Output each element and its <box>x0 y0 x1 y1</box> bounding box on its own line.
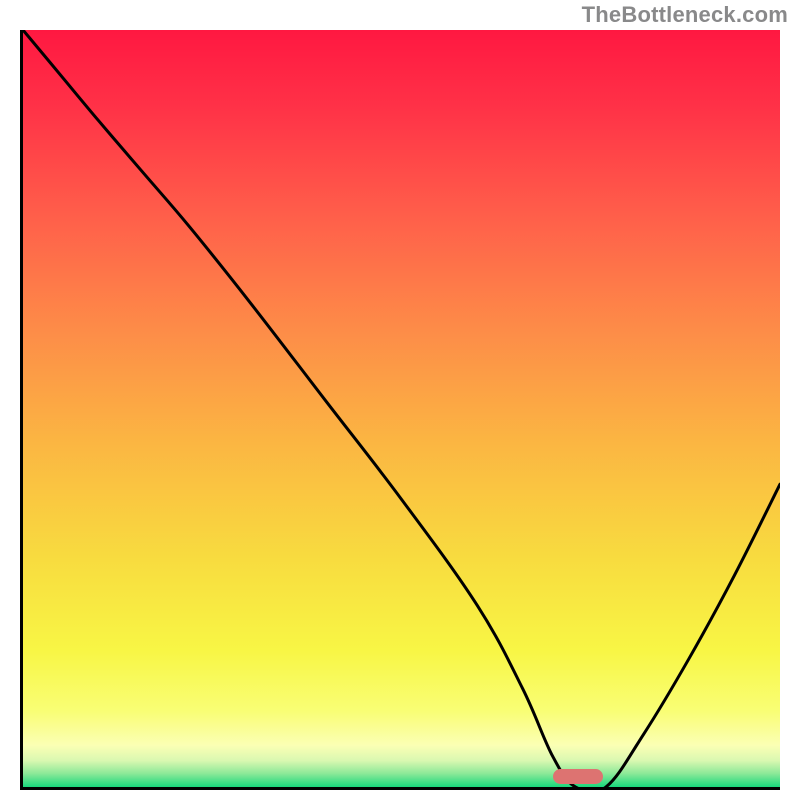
optimal-zone-marker <box>553 769 603 784</box>
chart-stage: TheBottleneck.com <box>0 0 800 800</box>
x-axis <box>20 787 780 790</box>
attribution-label: TheBottleneck.com <box>582 2 788 28</box>
y-axis <box>20 30 23 790</box>
gradient-background <box>23 30 780 787</box>
plot-svg <box>23 30 780 787</box>
plot-area <box>23 30 780 787</box>
